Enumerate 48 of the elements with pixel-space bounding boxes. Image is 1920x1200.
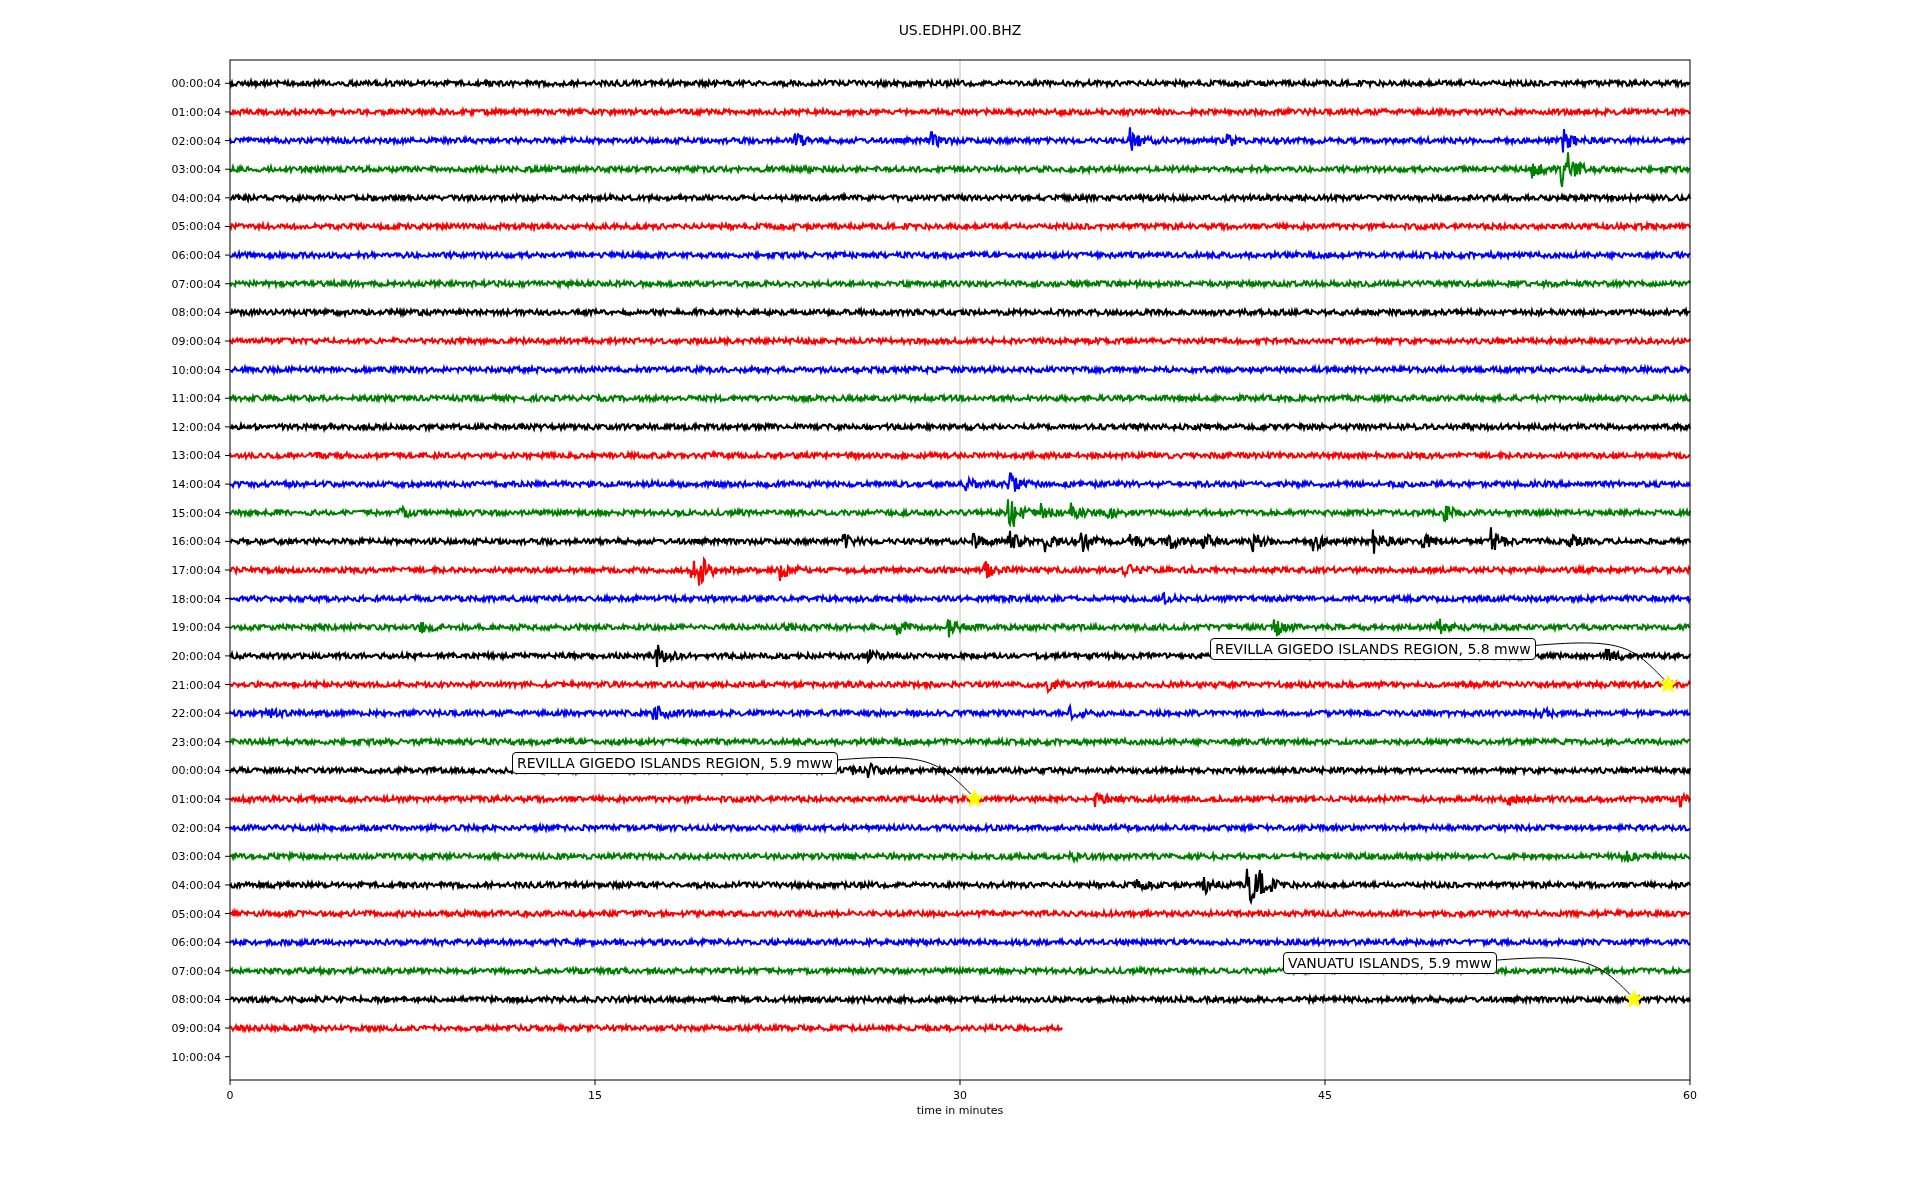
event-label: REVILLA GIGEDO ISLANDS REGION, 5.9 mww	[512, 752, 838, 775]
chart-title: US.EDHPI.00.BHZ	[898, 22, 1022, 38]
time-axis-label: 12:00:04	[171, 420, 221, 434]
time-axis-label: 18:00:04	[171, 592, 221, 606]
time-axis-label: 11:00:04	[171, 392, 221, 406]
x-axis-title: time in minutes	[916, 1104, 1004, 1117]
time-axis-label: 08:00:04	[171, 993, 221, 1007]
time-axis-label: 17:00:04	[171, 564, 221, 577]
time-axis-label: 09:00:04	[171, 334, 221, 348]
time-axis-label: 04:00:04	[171, 878, 221, 892]
minute-tick-label: 0	[226, 1089, 234, 1102]
minute-tick-label: 30	[953, 1089, 967, 1102]
time-axis-label: 20:00:04	[171, 649, 221, 663]
time-axis-label: 10:00:04	[171, 1050, 221, 1064]
time-axis-label: 01:00:04	[171, 105, 221, 119]
event-label: VANUATU ISLANDS, 5.9 mww	[1283, 952, 1497, 975]
event-star-icon	[1659, 675, 1678, 693]
event-star-icon	[1625, 990, 1644, 1008]
time-axis-label: 06:00:04	[171, 249, 221, 263]
time-axis-label: 03:00:04	[171, 850, 221, 864]
time-axis-label: 06:00:04	[171, 936, 221, 950]
time-axis-label: 10:00:04	[171, 363, 221, 377]
minute-tick-label: 45	[1318, 1089, 1332, 1102]
time-axis-label: 13:00:04	[171, 449, 221, 463]
time-axis-label: 07:00:04	[171, 964, 221, 978]
time-axis-label: 15:00:04	[171, 506, 221, 520]
time-axis-label: 04:00:04	[171, 191, 221, 205]
time-axis-label: 09:00:04	[171, 1022, 221, 1036]
time-axis-label: 19:00:04	[171, 621, 221, 635]
time-axis-label: 03:00:04	[171, 163, 221, 177]
time-axis-label: 22:00:04	[171, 707, 221, 721]
time-axis-label: 07:00:04	[171, 277, 221, 291]
minute-tick-label: 60	[1683, 1089, 1697, 1102]
time-axis-label: 00:00:04	[171, 764, 221, 778]
time-axis-label: 05:00:04	[171, 220, 221, 234]
time-axis-label: 16:00:04	[171, 535, 221, 549]
time-axis-label: 08:00:04	[171, 306, 221, 320]
time-axis-label: 23:00:04	[171, 735, 221, 749]
time-axis-label: 01:00:04	[171, 793, 221, 807]
event-label: REVILLA GIGEDO ISLANDS REGION, 5.8 mww	[1210, 637, 1536, 660]
event-star-icon	[965, 789, 984, 807]
time-axis-label: 02:00:04	[171, 134, 221, 148]
minute-tick-label: 15	[588, 1089, 602, 1102]
time-axis-label: 14:00:04	[171, 478, 221, 492]
time-axis-label: 02:00:04	[171, 821, 221, 835]
time-axis-label: 21:00:04	[171, 678, 221, 692]
time-axis-label: 05:00:04	[171, 907, 221, 921]
time-axis-label: 00:00:04	[171, 77, 221, 91]
